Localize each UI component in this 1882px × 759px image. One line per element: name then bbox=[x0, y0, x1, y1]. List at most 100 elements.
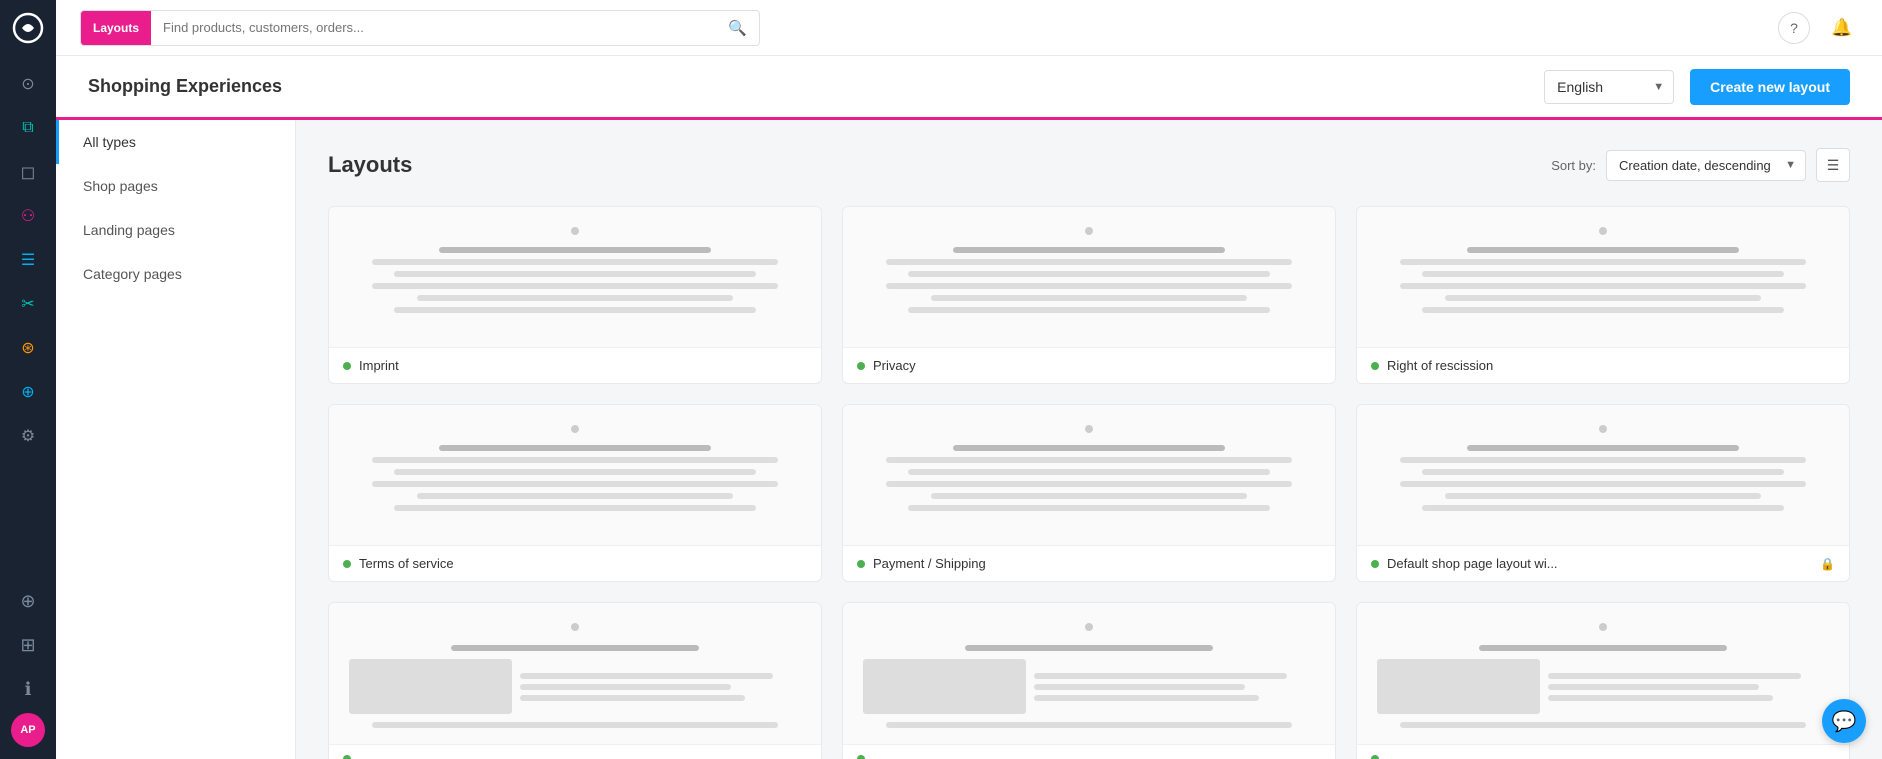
content-area: All types Shop pages Landing pages Categ… bbox=[56, 120, 1882, 759]
user-avatar[interactable]: AP bbox=[11, 713, 45, 747]
layout-card-default-shop[interactable]: Default shop page layout wi... 🔒 bbox=[1356, 404, 1850, 582]
products-nav-item[interactable]: ◻ bbox=[8, 152, 48, 192]
preview-line-5 bbox=[1422, 505, 1784, 511]
list-view-button[interactable]: ☰ bbox=[1816, 148, 1850, 182]
status-indicator bbox=[857, 560, 865, 568]
left-navigation: All types Shop pages Landing pages Categ… bbox=[56, 120, 296, 759]
preview-title-line bbox=[953, 445, 1224, 451]
dashboard-nav-item[interactable]: ⊙ bbox=[8, 64, 48, 104]
card-footer bbox=[1357, 744, 1849, 759]
preview-line-1 bbox=[372, 457, 779, 463]
status-indicator bbox=[1371, 755, 1379, 759]
card-preview bbox=[329, 405, 821, 545]
preview-dot bbox=[1599, 227, 1607, 235]
add-nav-item[interactable]: ⊕ bbox=[8, 581, 48, 621]
sidebar-logo[interactable] bbox=[0, 0, 56, 56]
sidebar: ⊙ ⧉ ◻ ⚇ ☰ ✂ ⊛ ⊕ ⚙ ⊕ ⊞ ℹ AP bbox=[0, 0, 56, 759]
preview-line-1 bbox=[886, 457, 1293, 463]
subheader: Shopping Experiences English German Fren… bbox=[56, 56, 1882, 120]
card-preview bbox=[1357, 405, 1849, 545]
status-indicator bbox=[343, 362, 351, 370]
nav-item-all-types[interactable]: All types bbox=[56, 120, 295, 164]
search-tag[interactable]: Layouts bbox=[81, 11, 151, 45]
lock-icon: 🔒 bbox=[1820, 557, 1835, 571]
shipping-nav-item[interactable]: ⊕ bbox=[8, 372, 48, 412]
create-layout-button[interactable]: Create new layout bbox=[1690, 69, 1850, 105]
sort-select-wrapper: Creation date, descending Creation date,… bbox=[1606, 150, 1806, 181]
preview-line-2 bbox=[1422, 469, 1784, 475]
notification-button[interactable]: 🔔 bbox=[1826, 12, 1858, 44]
preview-line-2 bbox=[1422, 271, 1784, 277]
marketing-nav-item[interactable]: ⊛ bbox=[8, 328, 48, 368]
preview-line-3 bbox=[886, 481, 1293, 487]
preview-dot bbox=[1085, 425, 1093, 433]
card-preview bbox=[843, 405, 1335, 545]
preview-line-4 bbox=[931, 295, 1247, 301]
settings-nav-item[interactable]: ⚙ bbox=[8, 416, 48, 456]
preview-line-5 bbox=[1422, 307, 1784, 313]
preview-line-2 bbox=[394, 469, 756, 475]
preview-line-2 bbox=[394, 271, 756, 277]
layout-card-mixed-2[interactable] bbox=[842, 602, 1336, 759]
card-name: Privacy bbox=[873, 358, 1321, 373]
preview-dot bbox=[1599, 425, 1607, 433]
card-footer: Terms of service bbox=[329, 545, 821, 581]
layout-card-payment[interactable]: Payment / Shipping bbox=[842, 404, 1336, 582]
orders-nav-item[interactable]: ☰ bbox=[8, 240, 48, 280]
grid-nav-item[interactable]: ⊞ bbox=[8, 625, 48, 665]
layout-card-mixed-3[interactable] bbox=[1356, 602, 1850, 759]
status-indicator bbox=[1371, 362, 1379, 370]
info-nav-item[interactable]: ℹ bbox=[8, 669, 48, 709]
card-preview bbox=[1357, 207, 1849, 347]
layout-card-mixed-1[interactable] bbox=[328, 602, 822, 759]
preview-line-3 bbox=[1400, 283, 1807, 289]
preview-title-line bbox=[953, 247, 1224, 253]
language-selector-wrapper: English German French ▼ bbox=[1544, 70, 1674, 104]
preview-dot bbox=[571, 227, 579, 235]
preview-line-3 bbox=[372, 481, 779, 487]
preview-line-5 bbox=[908, 505, 1270, 511]
subheader-title: Shopping Experiences bbox=[88, 76, 1528, 97]
status-indicator bbox=[1371, 560, 1379, 568]
topbar-actions: ? 🔔 bbox=[1778, 12, 1858, 44]
layout-card-rescission[interactable]: Right of rescission bbox=[1356, 206, 1850, 384]
search-icon[interactable]: 🔍 bbox=[716, 19, 759, 37]
sort-label: Sort by: bbox=[1551, 158, 1596, 173]
help-button[interactable]: ? bbox=[1778, 12, 1810, 44]
preview-line-4 bbox=[417, 295, 733, 301]
sort-select[interactable]: Creation date, descending Creation date,… bbox=[1606, 150, 1806, 181]
card-footer: Default shop page layout wi... 🔒 bbox=[1357, 545, 1849, 581]
nav-item-shop-pages[interactable]: Shop pages bbox=[56, 164, 295, 208]
card-preview bbox=[329, 207, 821, 347]
search-bar: Layouts 🔍 bbox=[80, 10, 760, 46]
preview-line-3 bbox=[1400, 481, 1807, 487]
panel-header: Layouts Sort by: Creation date, descendi… bbox=[328, 148, 1850, 182]
layers-nav-item[interactable]: ⧉ bbox=[8, 108, 48, 148]
status-indicator bbox=[343, 755, 351, 759]
language-select[interactable]: English German French bbox=[1544, 70, 1674, 104]
layout-card-terms[interactable]: Terms of service bbox=[328, 404, 822, 582]
preview-line-5 bbox=[908, 307, 1270, 313]
search-input[interactable] bbox=[151, 11, 716, 45]
customers-nav-item[interactable]: ⚇ bbox=[8, 196, 48, 236]
sort-wrapper: Sort by: Creation date, descending Creat… bbox=[1551, 148, 1850, 182]
tools-nav-item[interactable]: ✂ bbox=[8, 284, 48, 324]
preview-dot bbox=[571, 425, 579, 433]
preview-line-1 bbox=[1400, 259, 1807, 265]
status-indicator bbox=[343, 560, 351, 568]
card-name: Payment / Shipping bbox=[873, 556, 1321, 571]
layout-card-privacy[interactable]: Privacy bbox=[842, 206, 1336, 384]
preview-dot bbox=[571, 623, 579, 631]
nav-item-category-pages[interactable]: Category pages bbox=[56, 252, 295, 296]
chat-widget[interactable]: 💬 bbox=[1822, 699, 1866, 743]
preview-line-4 bbox=[931, 493, 1247, 499]
preview-dot bbox=[1085, 623, 1093, 631]
card-footer bbox=[843, 744, 1335, 759]
topbar: Layouts 🔍 ? 🔔 bbox=[56, 0, 1882, 56]
sidebar-bottom: ⊕ ⊞ ℹ AP bbox=[8, 573, 48, 759]
nav-item-landing-pages[interactable]: Landing pages bbox=[56, 208, 295, 252]
card-footer: Payment / Shipping bbox=[843, 545, 1335, 581]
layout-card-imprint[interactable]: Imprint bbox=[328, 206, 822, 384]
preview-title-line bbox=[439, 445, 710, 451]
preview-line-2 bbox=[908, 469, 1270, 475]
